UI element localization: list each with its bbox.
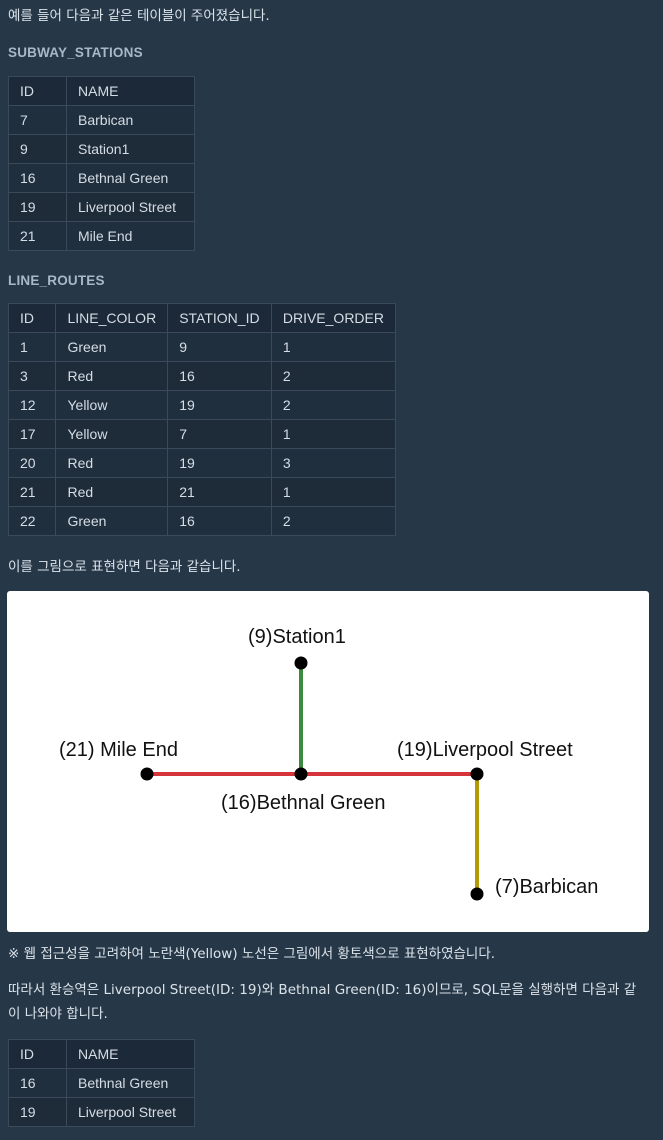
table-row: 3 Red 16 2	[7, 361, 397, 391]
cell-id: 12	[7, 390, 57, 420]
cell-line-color: Green	[55, 506, 169, 536]
cell-drive-order: 1	[270, 332, 397, 362]
table-row: 16 Bethnal Green	[8, 1068, 195, 1098]
cell-station-id: 9	[167, 332, 272, 362]
column-header-name: NAME	[66, 1039, 195, 1069]
column-header-line-color: LINE_COLOR	[55, 303, 169, 333]
subway-stations-title: SUBWAY_STATIONS	[8, 45, 143, 60]
station-node-mile-end	[140, 767, 154, 781]
cell-station-id: 7	[167, 419, 272, 449]
station-node-barbican	[470, 887, 484, 901]
cell-id: 7	[8, 105, 67, 135]
station-label-barbican: (7)Barbican	[495, 876, 598, 898]
cell-line-color: Red	[55, 361, 169, 391]
cell-drive-order: 2	[270, 390, 397, 420]
cell-id: 19	[8, 192, 67, 222]
cell-id: 19	[8, 1097, 67, 1127]
station-label-station1: (9)Station1	[248, 626, 346, 648]
conclusion-text-line1: 따라서 환승역은 Liverpool Street(ID: 19)와 Bethn…	[8, 982, 637, 998]
cell-name: Bethnal Green	[66, 1068, 195, 1098]
cell-id: 3	[7, 361, 57, 391]
table-row: 1 Green 9 1	[7, 332, 397, 362]
table-row: 21 Mile End	[8, 221, 195, 251]
table-row: 19 Liverpool Street	[8, 192, 195, 222]
result-table: ID NAME 16 Bethnal Green 19 Liverpool Stre…	[8, 1039, 195, 1127]
cell-name: Mile End	[66, 221, 195, 251]
table-row: 19 Liverpool Street	[8, 1097, 195, 1127]
cell-drive-order: 2	[270, 361, 397, 391]
line-routes-table: ID LINE_COLOR STATION_ID DRIVE_ORDER 1 Gr…	[7, 303, 397, 536]
cell-station-id: 16	[167, 361, 272, 391]
cell-name: Liverpool Street	[66, 1097, 195, 1127]
table-row: 21 Red 21 1	[7, 477, 397, 507]
column-header-id: ID	[8, 1039, 67, 1069]
column-header-name: NAME	[66, 76, 195, 106]
cell-line-color: Yellow	[55, 419, 169, 449]
table-header-row: ID NAME	[8, 1039, 195, 1069]
column-header-id: ID	[7, 303, 57, 333]
table-row: 12 Yellow 19 2	[7, 390, 397, 420]
subway-diagram: (9)Station1 (21) Mile End (19)Liverpool …	[7, 591, 649, 932]
table-row: 9 Station1	[8, 134, 195, 164]
cell-drive-order: 3	[270, 448, 397, 478]
station-label-bethnal-green: (16)Bethnal Green	[221, 792, 386, 814]
cell-id: 9	[8, 134, 67, 164]
diagram-caption: 이를 그림으로 표현하면 다음과 같습니다.	[8, 559, 241, 575]
conclusion-text-line2: 이 나와야 합니다.	[8, 1006, 108, 1022]
cell-drive-order: 1	[270, 419, 397, 449]
cell-id: 21	[8, 221, 67, 251]
table-row: 16 Bethnal Green	[8, 163, 195, 193]
cell-drive-order: 2	[270, 506, 397, 536]
cell-name: Bethnal Green	[66, 163, 195, 193]
station-label-mile-end: (21) Mile End	[59, 739, 178, 761]
cell-id: 21	[7, 477, 57, 507]
table-row: 17 Yellow 7 1	[7, 419, 397, 449]
cell-name: Liverpool Street	[66, 192, 195, 222]
table-row: 22 Green 16 2	[7, 506, 397, 536]
cell-line-color: Green	[55, 332, 169, 362]
cell-id: 22	[7, 506, 57, 536]
table-header-row: ID LINE_COLOR STATION_ID DRIVE_ORDER	[7, 303, 397, 333]
cell-station-id: 21	[167, 477, 272, 507]
cell-name: Barbican	[66, 105, 195, 135]
line-routes-title: LINE_ROUTES	[8, 273, 105, 288]
station-node-station1	[294, 656, 308, 670]
accessibility-note: ※ 웹 접근성을 고려하여 노란색(Yellow) 노선은 그림에서 황토색으로…	[8, 946, 496, 962]
column-header-drive-order: DRIVE_ORDER	[270, 303, 397, 333]
table-header-row: ID NAME	[8, 76, 195, 106]
table-row: 20 Red 19 3	[7, 448, 397, 478]
cell-line-color: Red	[55, 448, 169, 478]
cell-line-color: Yellow	[55, 390, 169, 420]
cell-station-id: 19	[167, 390, 272, 420]
intro-text: 예를 들어 다음과 같은 테이블이 주어졌습니다.	[8, 8, 270, 24]
cell-id: 16	[8, 1068, 67, 1098]
cell-id: 20	[7, 448, 57, 478]
cell-id: 17	[7, 419, 57, 449]
station-node-bethnal-green	[294, 767, 308, 781]
column-header-id: ID	[8, 76, 67, 106]
cell-station-id: 19	[167, 448, 272, 478]
station-label-liverpool-street: (19)Liverpool Street	[397, 739, 573, 761]
cell-station-id: 16	[167, 506, 272, 536]
cell-id: 1	[7, 332, 57, 362]
column-header-station-id: STATION_ID	[167, 303, 272, 333]
station-node-liverpool-street	[470, 767, 484, 781]
subway-diagram-svg: (9)Station1 (21) Mile End (19)Liverpool …	[59, 626, 598, 901]
cell-drive-order: 1	[270, 477, 397, 507]
table-row: 7 Barbican	[8, 105, 195, 135]
cell-name: Station1	[66, 134, 195, 164]
cell-line-color: Red	[55, 477, 169, 507]
cell-id: 16	[8, 163, 67, 193]
subway-stations-table: ID NAME 7 Barbican 9 Station1 16 Bethnal Gr…	[8, 76, 195, 251]
